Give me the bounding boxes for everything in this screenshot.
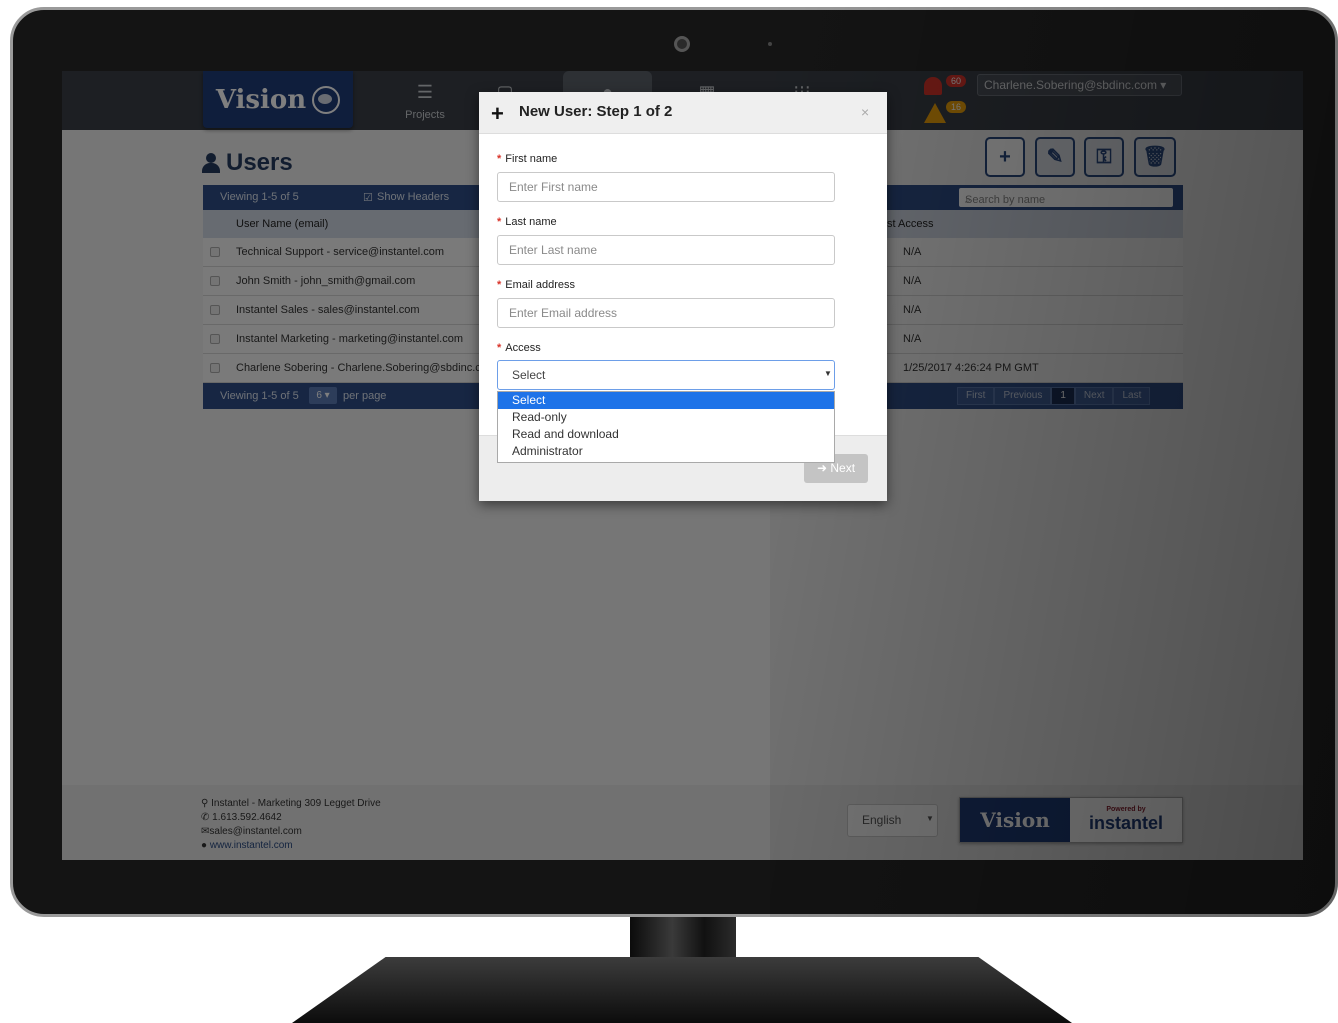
close-icon[interactable]: × [861,104,869,120]
access-select-value: Select [512,368,546,382]
access-label-text: Access [505,342,541,354]
email-label: * Email address [497,279,575,291]
dialog-title: New User: Step 1 of 2 [519,103,673,120]
dialog-header: + New User: Step 1 of 2 × [479,92,887,134]
last-name-field[interactable]: Enter Last name [497,235,835,265]
monitor-stand [292,957,1072,1023]
access-option[interactable]: Read-only [498,409,834,426]
access-select[interactable]: Select ▼ [497,360,835,390]
chevron-down-icon: ▼ [824,369,832,378]
last-name-label-text: Last name [505,216,557,228]
access-label: * Access [497,342,541,354]
webcam-light [768,42,772,46]
email-label-text: Email address [505,279,575,291]
email-field[interactable]: Enter Email address [497,298,835,328]
last-name-label: * Last name [497,216,557,228]
access-option[interactable]: Administrator [498,443,834,460]
screen: Vision ☰ Projects ▢ ● ▦ ⁝⁝⁝ 60 16 Charle… [62,71,1303,860]
first-name-label-text: First name [505,153,558,165]
monitor-neck [630,917,736,959]
webcam [674,36,690,52]
first-name-label: * First name [497,153,558,165]
access-dropdown: Select Read-only Read and download Admin… [497,391,835,463]
access-option[interactable]: Read and download [498,426,834,443]
first-name-field[interactable]: Enter First name [497,172,835,202]
access-option[interactable]: Select [498,392,834,409]
new-user-dialog: + New User: Step 1 of 2 × * First name En… [479,92,887,501]
plus-icon: + [491,101,504,126]
